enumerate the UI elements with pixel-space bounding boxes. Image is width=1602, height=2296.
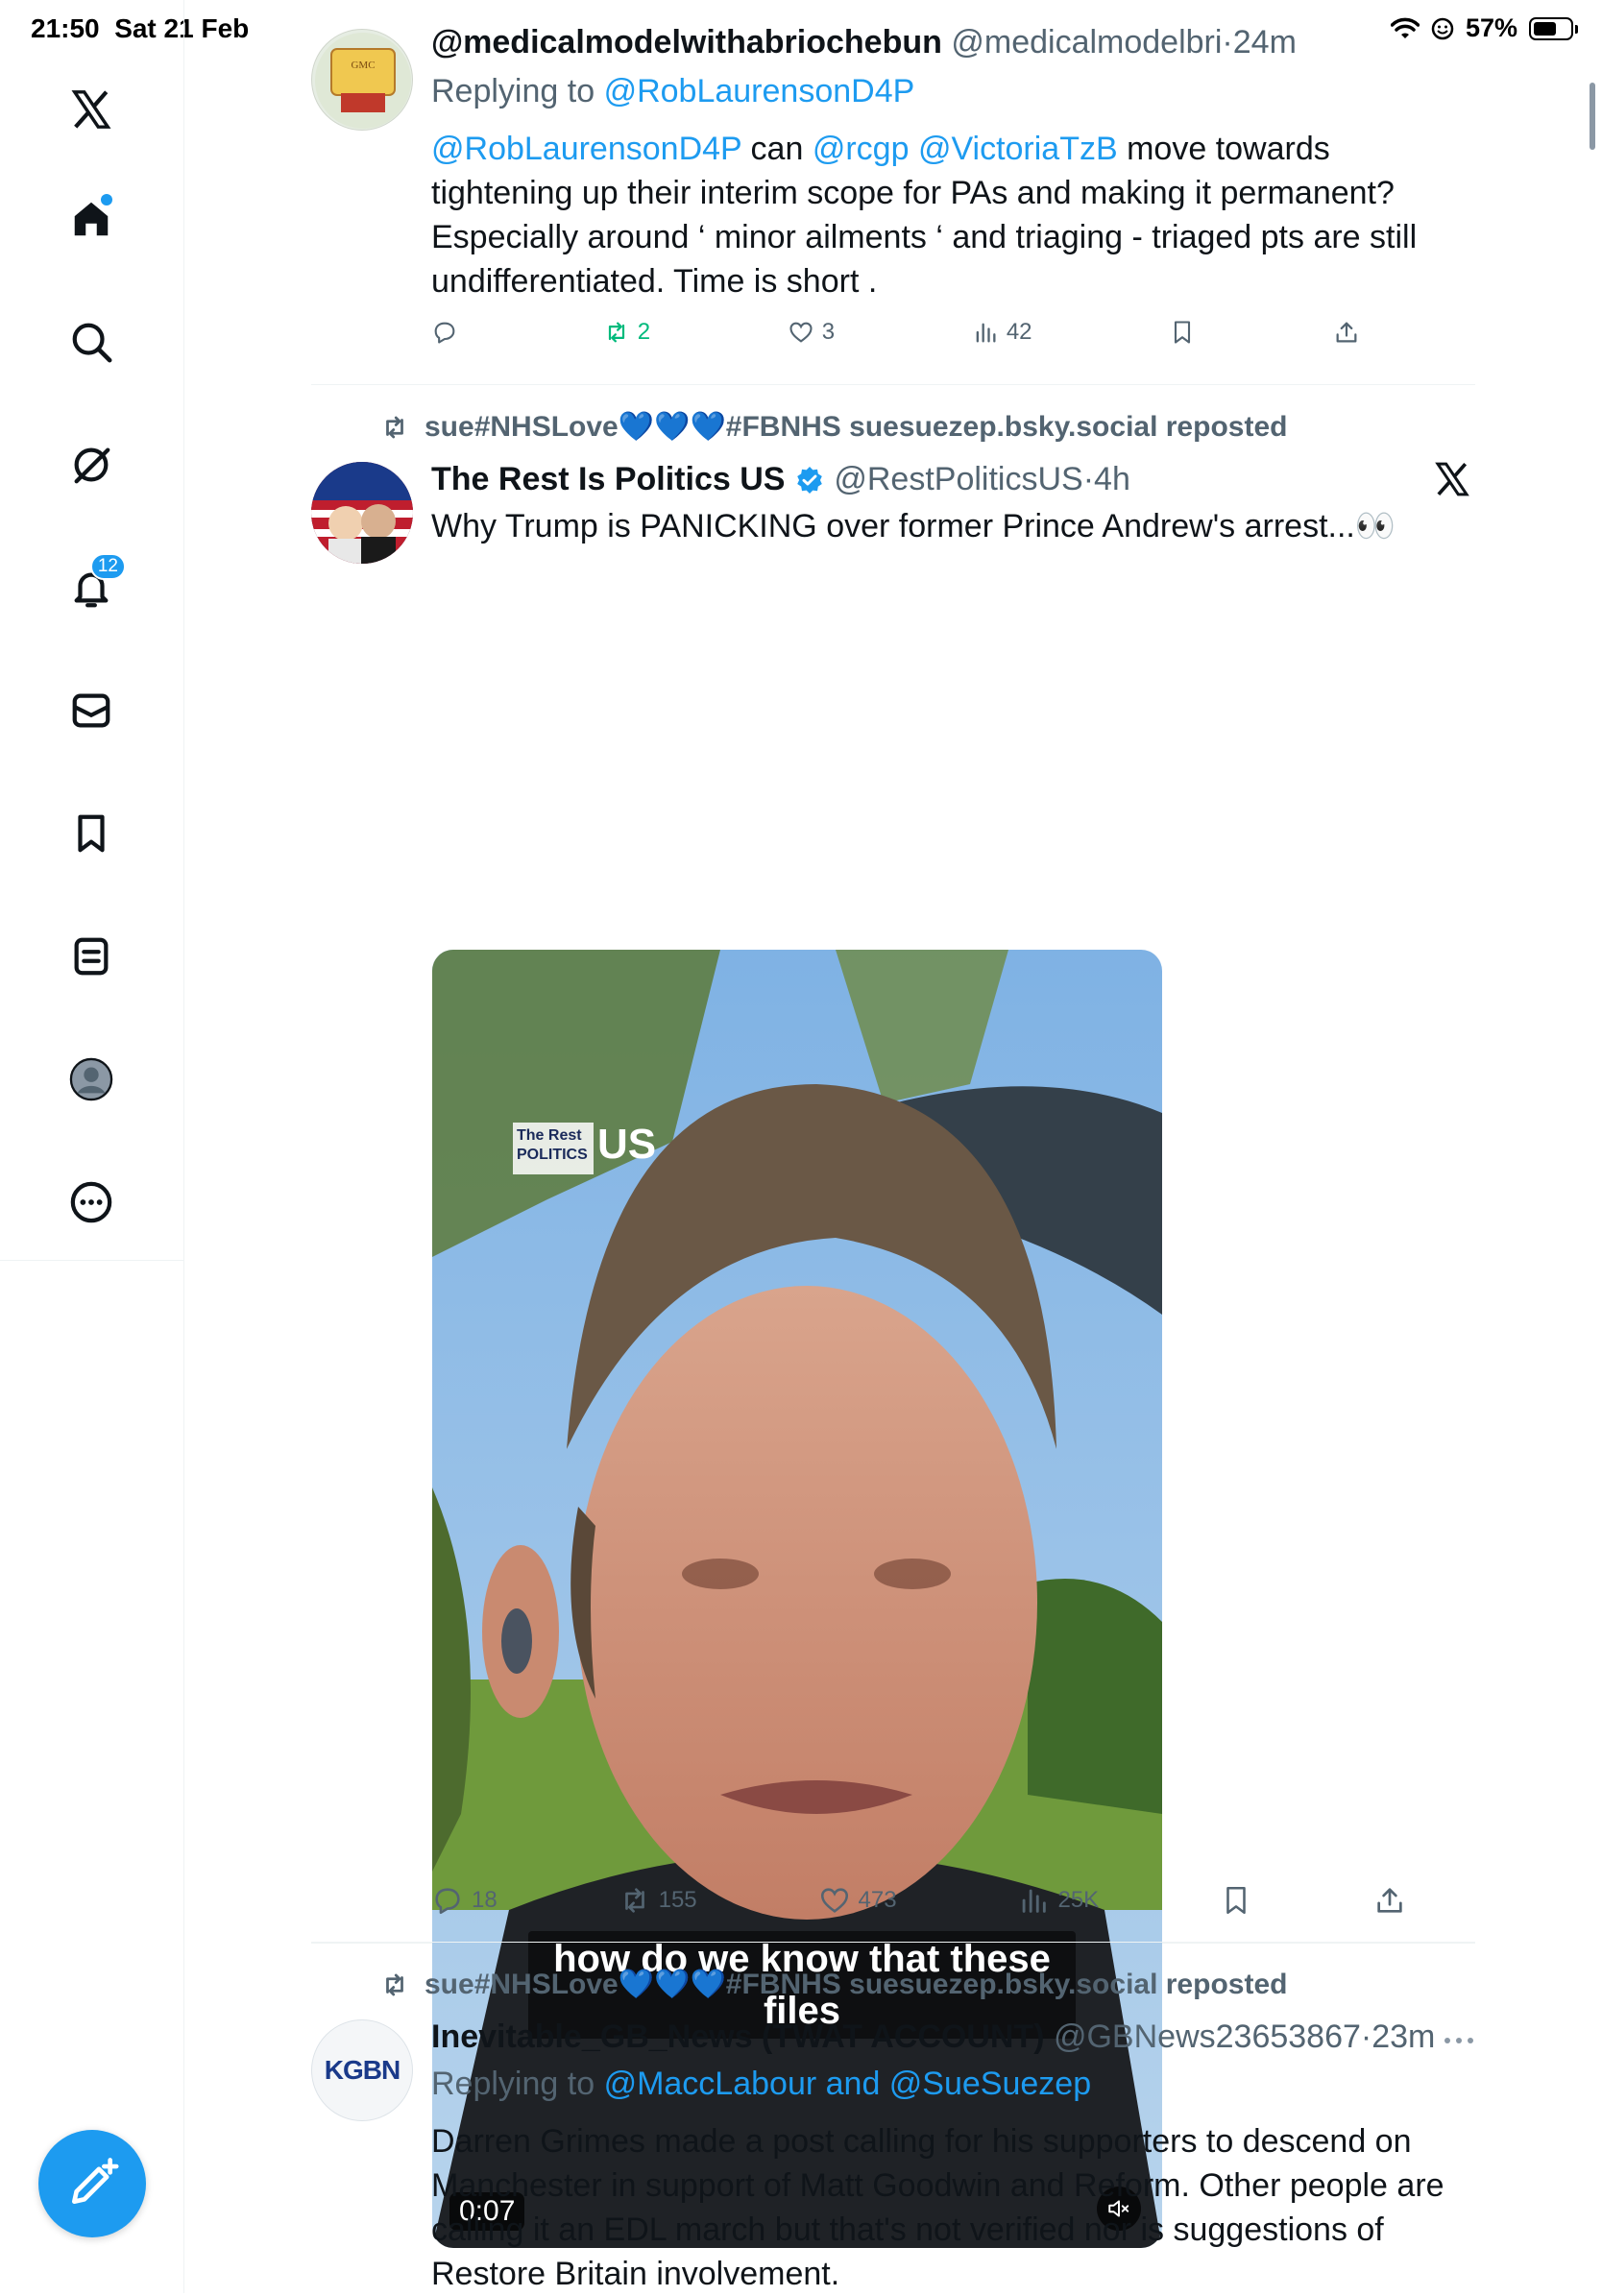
tweet-header: The Rest Is Politics US @RestPoliticsUS·… [431,461,1130,497]
reply-button[interactable]: 18 [431,1884,498,1917]
avatar[interactable] [311,462,413,564]
x-logo-icon[interactable] [62,81,120,138]
timestamp[interactable]: 23m [1371,2018,1435,2055]
compose-button[interactable] [38,2130,146,2237]
reply-to-link[interactable]: @MaccLabour and @SueSuezep [604,2066,1092,2102]
bookmark-button[interactable] [1169,319,1196,346]
repost-context: sue#NHSLove💙💙💙#FBNHS suesuezep.bsky.soci… [378,410,1287,444]
sidebar-divider [0,1260,184,1261]
more-icon[interactable] [62,1173,120,1231]
heart-icon [820,1888,848,1913]
messages-icon[interactable] [62,682,120,739]
tweet-body: The Rest Is Politics US @RestPoliticsUS·… [431,458,1475,548]
video-watermark: The Rest POLITICS [517,1127,588,1163]
rest-is-politics-logo-icon [311,462,413,564]
home-icon[interactable] [62,190,120,248]
repost-by[interactable]: sue#NHSLove💙💙💙#FBNHS suesuezep.bsky.soci… [425,410,1287,444]
x-brand-icon [1433,460,1475,502]
search-icon[interactable] [62,313,120,371]
tweet-actions: 2 3 42 [431,319,1475,346]
compose-icon [72,2158,119,2204]
tweet-body: Inevitable_GB_News (TWAT ACCOUNT) @GBNew… [431,2016,1475,2296]
share-icon [1336,322,1357,343]
like-button[interactable]: 473 [818,1884,897,1917]
tweet-text: Why Trump is PANICKING over former Princ… [431,508,1396,544]
timeline: GMC @medicalmodelwithabriochebun @medica… [311,0,1475,2248]
repost-button[interactable]: 2 [603,319,650,346]
scrollbar[interactable] [1590,83,1595,150]
bookmark-icon [1175,321,1191,344]
kgbn-logo: KGBN [324,2055,400,2085]
display-name[interactable]: @medicalmodelwithabriochebun [431,24,942,60]
mention-link[interactable]: @VictoriaTzB [918,131,1118,167]
timestamp[interactable]: 24m [1233,24,1297,60]
home-notification-dot [101,194,112,205]
views-button[interactable]: 42 [972,319,1032,346]
reply-context: Replying to @RobLaurensonD4P [431,73,915,109]
reply-to-link[interactable]: @RobLaurensonD4P [604,73,915,109]
gmc-logo-icon: GMC [315,33,411,129]
display-name[interactable]: The Rest Is Politics US [431,461,785,497]
timestamp[interactable]: 4h [1094,461,1130,497]
bookmark-icon[interactable] [62,805,120,862]
avatar[interactable]: GMC [311,29,413,131]
grok-icon[interactable] [62,436,120,494]
share-button[interactable] [1373,1884,1406,1917]
battery-icon [1529,16,1578,40]
repost-by[interactable]: sue#NHSLove💙💙💙#FBNHS suesuezep.bsky.soci… [425,1968,1287,2001]
notifications-badge: 12 [89,553,126,580]
mention-link[interactable]: @rcgp [813,131,910,167]
repost-button[interactable]: 155 [619,1884,697,1917]
repost-icon [386,416,403,438]
tweet-header: Inevitable_GB_News (TWAT ACCOUNT) @GBNew… [431,2018,1436,2055]
sidebar: 12 [0,0,184,2293]
repost-icon [608,322,624,343]
handle[interactable]: @medicalmodelbri [951,24,1222,60]
more-options-button[interactable] [1443,2031,1475,2055]
bookmark-button[interactable] [1220,1884,1252,1917]
tweet-actions: 18 155 473 25K [431,1884,1406,1917]
tweet[interactable]: GMC @medicalmodelwithabriochebun @medica… [311,0,1475,385]
views-button[interactable]: 25K [1017,1884,1099,1917]
avatar[interactable]: KGBN [311,2019,413,2121]
ellipsis-icon [1444,2038,1473,2043]
reply-icon [434,322,455,344]
verified-badge-icon [797,467,822,494]
heart-icon [789,322,813,343]
views-icon [1023,1889,1047,1913]
repost-icon [624,1888,644,1913]
profile-icon[interactable] [62,1051,120,1108]
like-button[interactable]: 3 [788,319,835,346]
video-watermark-us: US [597,1121,657,1168]
reply-icon [435,1888,460,1915]
tweet[interactable]: sue#NHSLove💙💙💙#FBNHS suesuezep.bsky.soci… [311,1943,1475,2293]
bookmark-icon [1226,1886,1246,1915]
repost-context: sue#NHSLove💙💙💙#FBNHS suesuezep.bsky.soci… [378,1968,1287,2001]
reply-context: Replying to @MaccLabour and @SueSuezep [431,2066,1092,2102]
tweet-body: @medicalmodelwithabriochebun @medicalmod… [431,21,1475,303]
tweet-text: Darren Grimes made a post calling for hi… [431,2123,1444,2292]
tweet-header: @medicalmodelwithabriochebun @medicalmod… [431,24,1297,60]
lists-icon[interactable] [62,928,120,985]
share-icon [1377,1888,1402,1913]
tweet[interactable]: sue#NHSLove💙💙💙#FBNHS suesuezep.bsky.soci… [311,385,1475,2248]
tweet-text: @RobLaurensonD4P can @rcgp @VictoriaTzB … [431,131,1418,300]
bell-icon[interactable]: 12 [62,553,126,616]
repost-icon [386,1973,403,1995]
handle[interactable]: @RestPoliticsUS [834,461,1082,497]
mention-link[interactable]: @RobLaurensonD4P [431,131,741,167]
handle[interactable]: @GBNews23653867 [1054,2018,1361,2055]
views-icon [976,323,996,343]
reply-button[interactable] [431,319,466,346]
share-button[interactable] [1333,319,1360,346]
svg-text:GMC: GMC [351,60,375,71]
display-name[interactable]: Inevitable_GB_News (TWAT ACCOUNT) [431,2018,1045,2055]
